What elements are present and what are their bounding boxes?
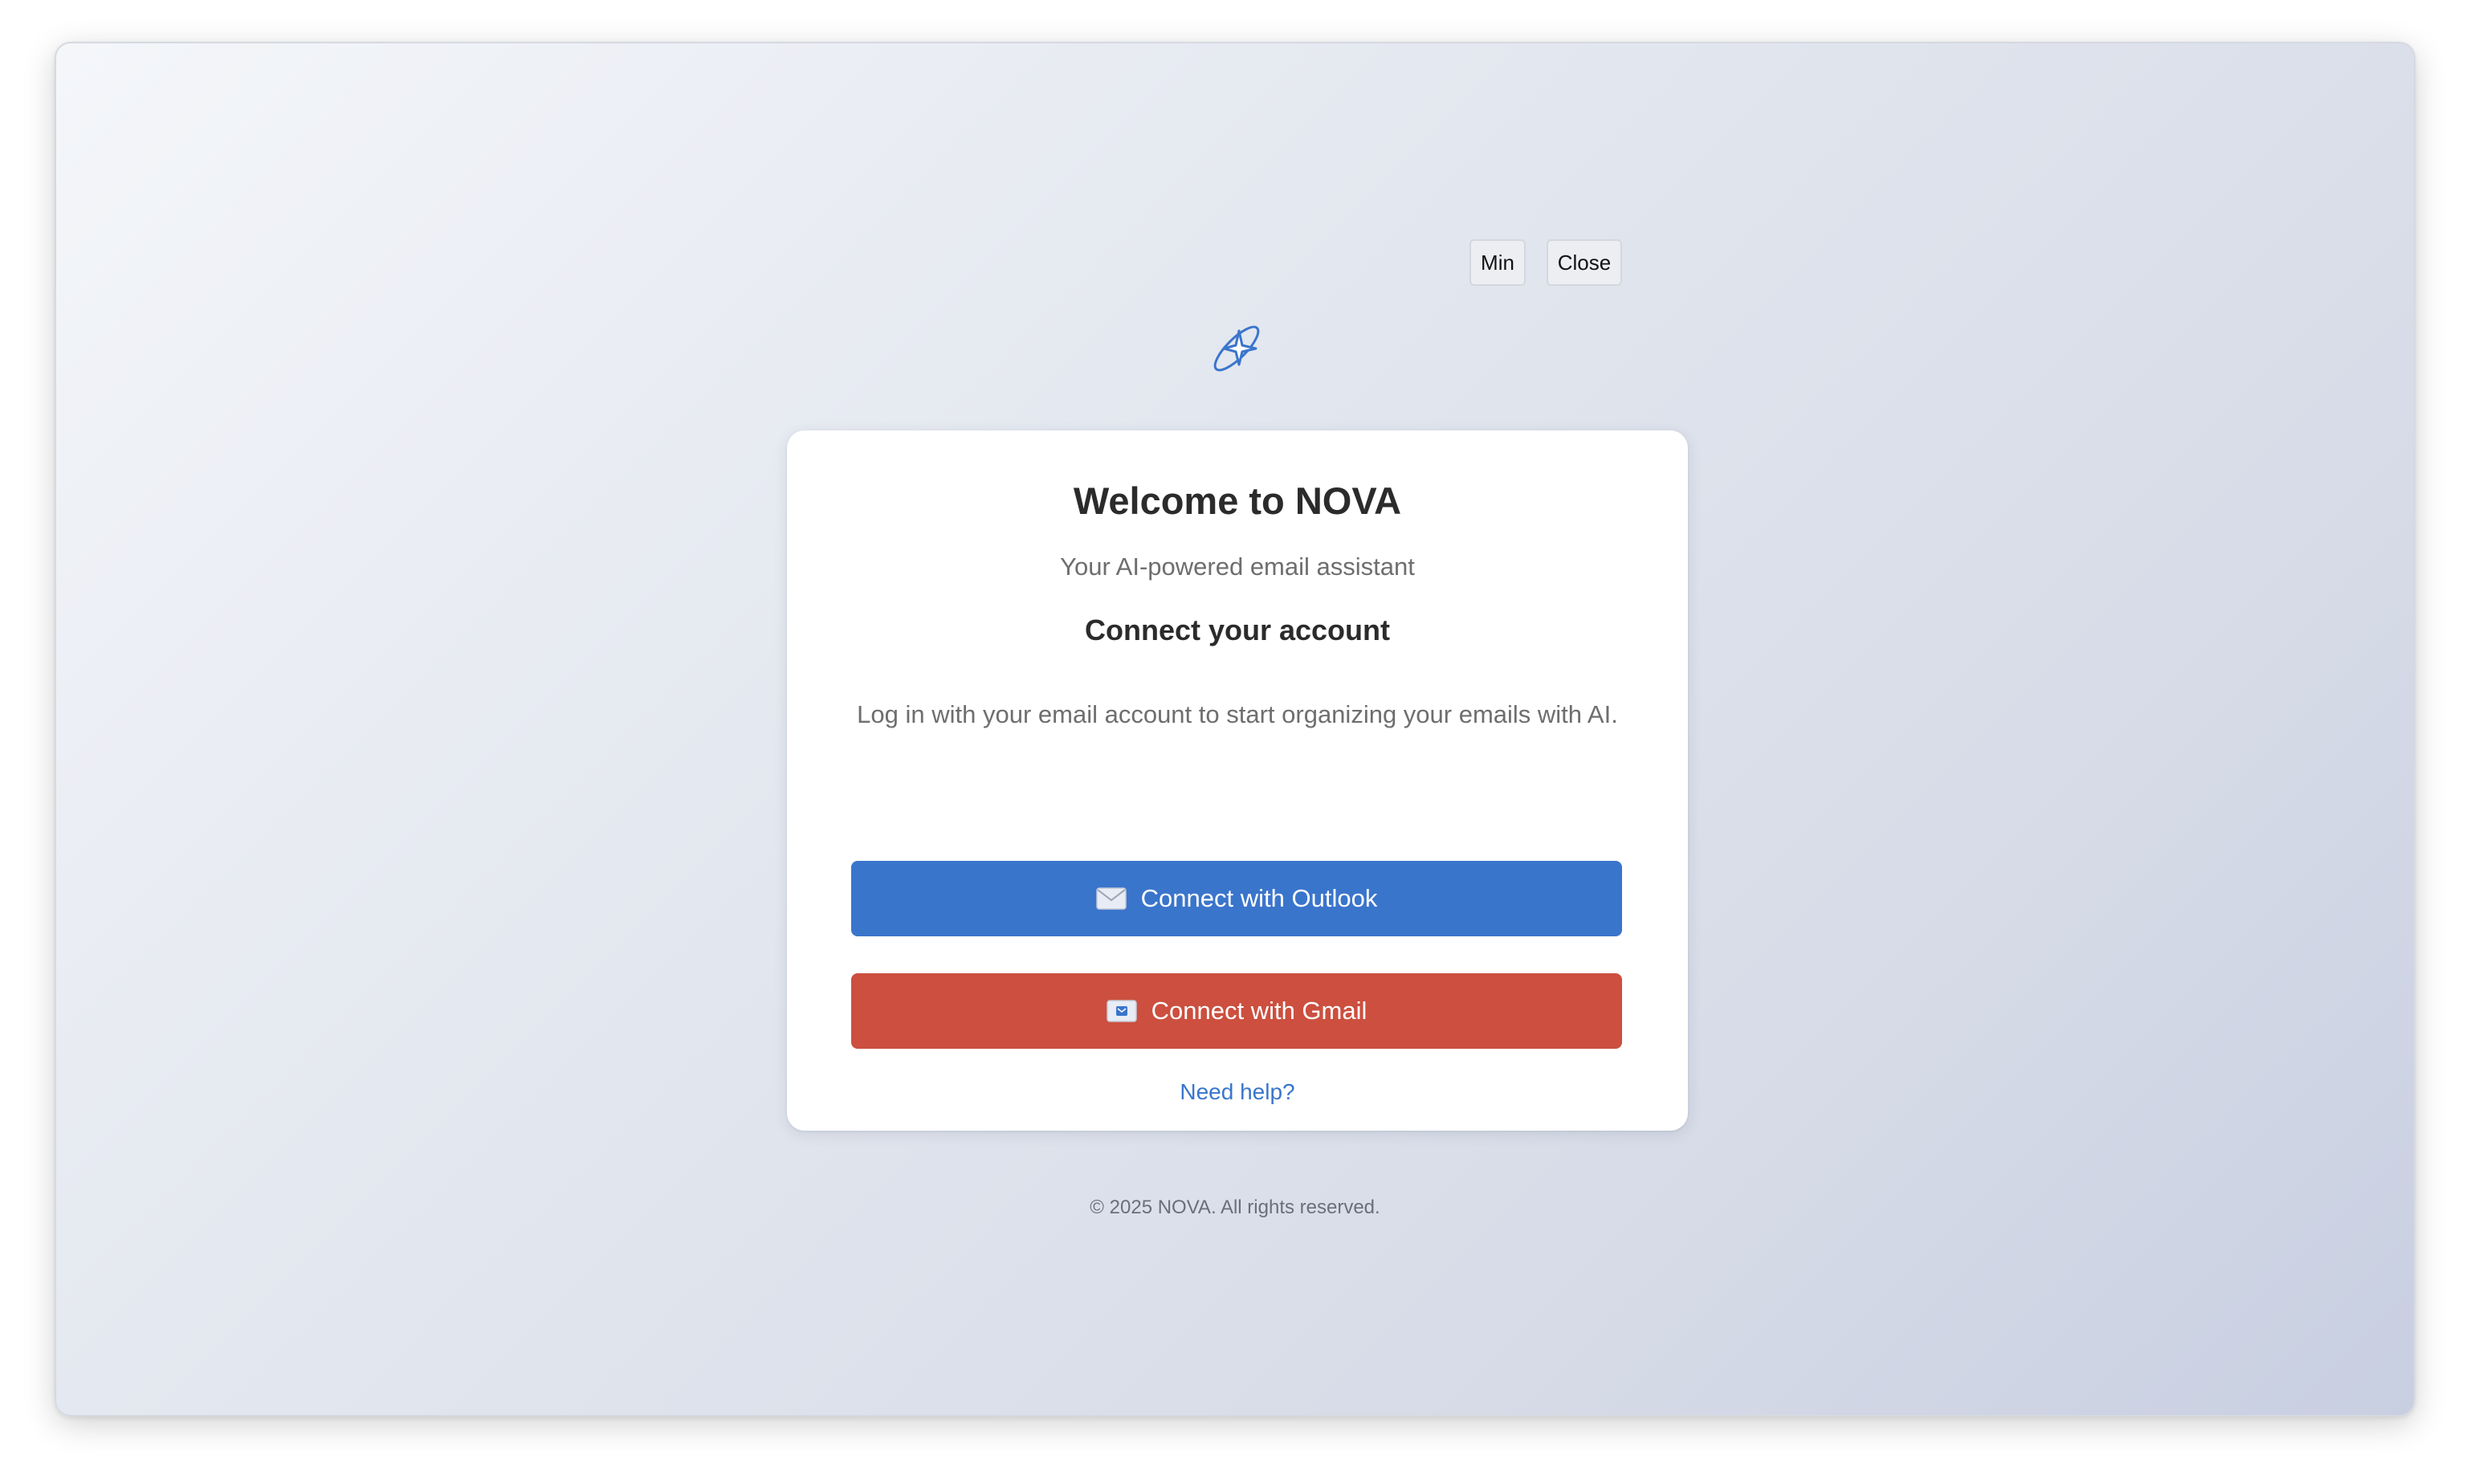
minimize-button[interactable]: Min: [1469, 239, 1526, 286]
card-description: Log in with your email account to start …: [857, 700, 1618, 728]
card-title: Welcome to NOVA: [1073, 479, 1402, 522]
login-card: Welcome to NOVA Your AI-powered email as…: [787, 430, 1688, 1131]
footer-copyright: © 2025 NOVA. All rights reserved.: [1090, 1197, 1380, 1218]
connect-gmail-button[interactable]: Connect with Gmail: [851, 973, 1622, 1049]
need-help-link[interactable]: Need help?: [1180, 1079, 1294, 1105]
connect-outlook-button[interactable]: Connect with Outlook: [851, 861, 1622, 936]
sparkle-orbit-icon: [1213, 325, 1260, 372]
section-title: Connect your account: [1084, 614, 1391, 646]
close-button[interactable]: Close: [1547, 239, 1622, 286]
connect-outlook-label: Connect with Outlook: [1140, 884, 1378, 912]
app-window: Min Close Welcome to NOVA Your AI-powere…: [55, 42, 2415, 1417]
help-container: Need help?: [787, 1079, 1688, 1105]
email-icon: [1106, 1000, 1137, 1022]
card-subtitle: Your AI-powered email assistant: [1060, 552, 1415, 581]
connect-gmail-label: Connect with Gmail: [1151, 997, 1367, 1025]
envelope-icon: [1095, 887, 1127, 910]
